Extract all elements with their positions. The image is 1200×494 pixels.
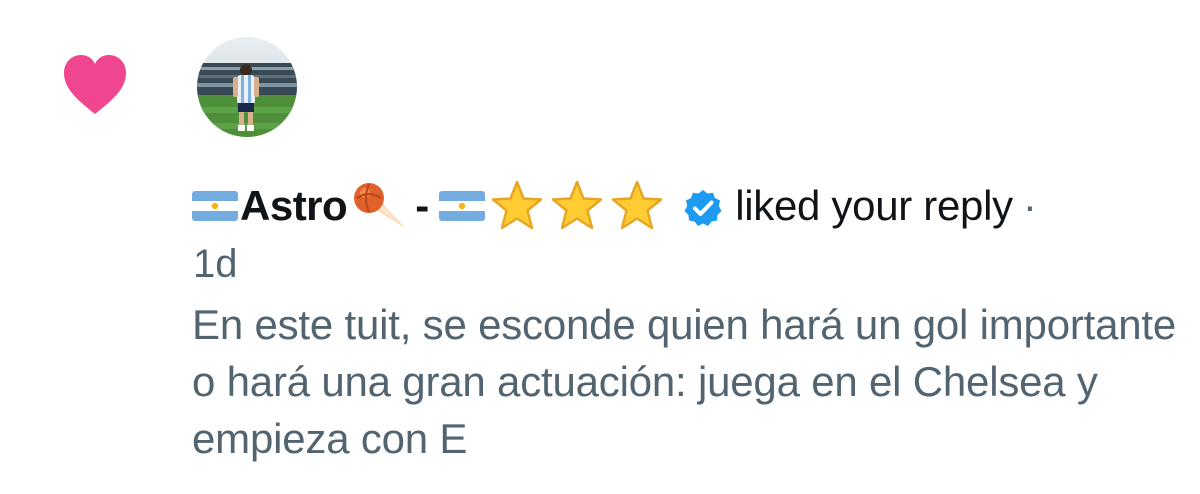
star-icon — [549, 179, 605, 233]
tweet-text[interactable]: En este tuit, se esconde quien hará un g… — [192, 296, 1182, 467]
verified-badge-icon — [683, 186, 723, 226]
comet-ball-icon — [349, 180, 407, 232]
name-separator: - — [415, 182, 430, 229]
separator-dot: · — [1022, 182, 1037, 229]
display-name[interactable]: Astro — [240, 178, 348, 234]
star-icon — [609, 179, 665, 233]
timestamp[interactable]: 1d — [193, 240, 238, 288]
argentina-flag-icon — [192, 191, 238, 221]
action-text: liked your reply — [735, 182, 1013, 229]
heart-icon — [62, 54, 128, 116]
notification-header: Astro - liked your reply · — [192, 178, 1037, 234]
user-avatar[interactable] — [197, 37, 297, 137]
argentina-flag-icon — [439, 191, 486, 221]
like-notification[interactable]: Astro - liked your reply · 1d En este tu… — [0, 0, 1200, 494]
star-icon — [489, 179, 545, 233]
